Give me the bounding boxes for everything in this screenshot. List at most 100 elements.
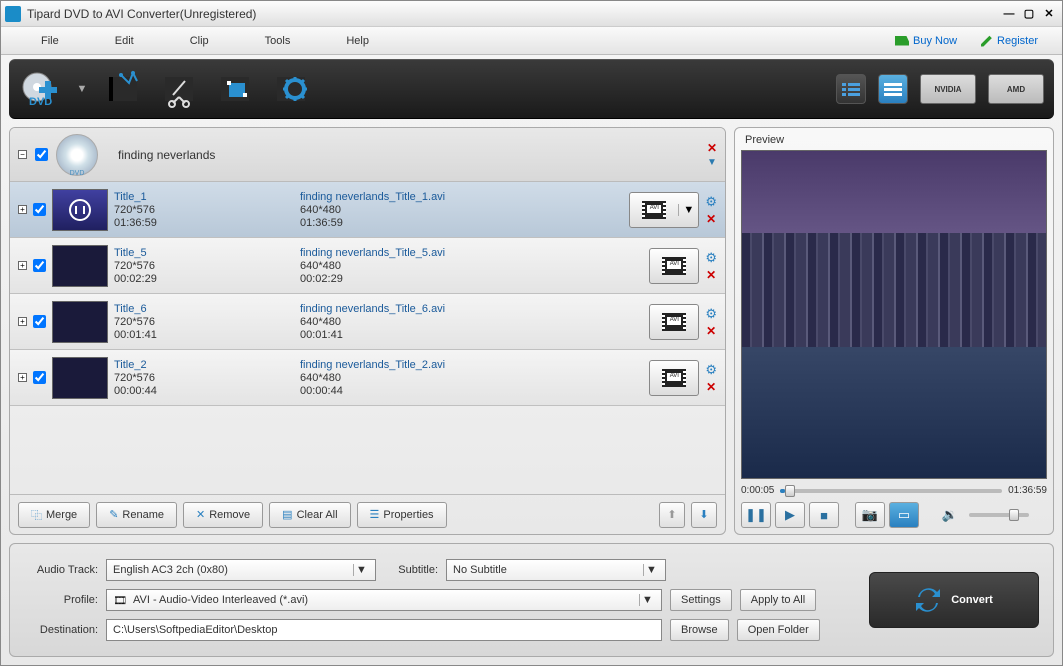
destination-input[interactable]: C:\Users\SoftpediaEditor\Desktop bbox=[106, 619, 662, 641]
remove-button[interactable]: ✕Remove bbox=[183, 502, 263, 528]
row-settings-icon[interactable]: ⚙ bbox=[705, 362, 717, 378]
properties-button[interactable]: ☰Properties bbox=[357, 502, 447, 528]
view-detail-button[interactable] bbox=[878, 74, 908, 104]
film-icon: AVI bbox=[662, 313, 686, 331]
menu-edit[interactable]: Edit bbox=[87, 31, 162, 51]
title-source-info: Title_5720*57600:02:29 bbox=[114, 247, 294, 285]
disc-icon bbox=[56, 134, 98, 176]
collapse-icon[interactable]: − bbox=[18, 150, 27, 159]
row-settings-icon[interactable]: ⚙ bbox=[705, 194, 717, 210]
disc-menu-icon[interactable]: ▼ bbox=[707, 157, 717, 168]
seek-slider[interactable] bbox=[780, 489, 1002, 493]
close-button[interactable]: ✕ bbox=[1040, 6, 1058, 22]
output-format-button[interactable]: AVI bbox=[649, 304, 699, 340]
expand-icon[interactable]: + bbox=[18, 373, 27, 382]
menu-clip[interactable]: Clip bbox=[162, 31, 237, 51]
play-button[interactable]: ▶ bbox=[775, 502, 805, 528]
title-thumbnail[interactable] bbox=[52, 357, 108, 399]
subtitle-dropdown[interactable]: No Subtitle▼ bbox=[446, 559, 666, 581]
output-format-button[interactable]: AVI bbox=[649, 360, 699, 396]
title-checkbox[interactable] bbox=[33, 315, 46, 328]
title-checkbox[interactable] bbox=[33, 203, 46, 216]
app-icon bbox=[5, 6, 21, 22]
subtitle-label: Subtitle: bbox=[384, 564, 438, 576]
trim-button[interactable] bbox=[157, 67, 201, 111]
menu-file[interactable]: File bbox=[13, 31, 87, 51]
expand-icon[interactable]: + bbox=[18, 317, 27, 326]
title-source-info: Title_6720*57600:01:41 bbox=[114, 303, 294, 341]
maximize-button[interactable]: ▢ bbox=[1020, 6, 1038, 22]
expand-icon[interactable]: + bbox=[18, 205, 27, 214]
register-label: Register bbox=[997, 35, 1038, 47]
title-thumbnail[interactable] bbox=[52, 301, 108, 343]
effect-button[interactable] bbox=[101, 67, 145, 111]
open-folder-button[interactable]: Open Folder bbox=[737, 619, 820, 641]
menu-tools[interactable]: Tools bbox=[237, 31, 319, 51]
rename-button[interactable]: ✎Rename bbox=[96, 502, 177, 528]
title-output-info: finding neverlands_Title_6.avi640*48000:… bbox=[300, 303, 643, 341]
film-icon: AVI bbox=[662, 257, 686, 275]
title-output-info: finding neverlands_Title_5.avi640*48000:… bbox=[300, 247, 643, 285]
row-remove-icon[interactable]: ✕ bbox=[706, 212, 716, 226]
clear-all-button[interactable]: ▤Clear All bbox=[269, 502, 350, 528]
chevron-down-icon[interactable]: ▼ bbox=[678, 204, 698, 216]
buy-now-link[interactable]: Buy Now bbox=[883, 35, 969, 47]
merge-button[interactable]: ⿻Merge bbox=[18, 502, 90, 528]
move-up-button[interactable]: ⬆ bbox=[659, 502, 685, 528]
title-list[interactable]: − finding neverlands ✕ ▼ +Title_1720*576… bbox=[10, 128, 725, 494]
settings-button[interactable] bbox=[269, 67, 313, 111]
dropdown-arrow-icon: ▼ bbox=[639, 594, 655, 606]
snapshot-button[interactable]: 📷 bbox=[855, 502, 885, 528]
titlebar: Tipard DVD to AVI Converter(Unregistered… bbox=[1, 1, 1062, 27]
nvidia-badge: NVIDIA bbox=[920, 74, 976, 104]
title-checkbox[interactable] bbox=[33, 259, 46, 272]
apply-to-all-button[interactable]: Apply to All bbox=[740, 589, 816, 611]
app-window: Tipard DVD to AVI Converter(Unregistered… bbox=[0, 0, 1063, 666]
seek-thumb[interactable] bbox=[785, 485, 795, 497]
volume-thumb[interactable] bbox=[1009, 509, 1019, 521]
convert-icon bbox=[915, 587, 941, 613]
register-link[interactable]: Register bbox=[969, 35, 1050, 47]
title-output-info: finding neverlands_Title_2.avi640*48000:… bbox=[300, 359, 643, 397]
volume-icon[interactable]: 🔉 bbox=[935, 502, 965, 528]
row-settings-icon[interactable]: ⚙ bbox=[705, 306, 717, 322]
row-remove-icon[interactable]: ✕ bbox=[706, 324, 716, 338]
title-output-info: finding neverlands_Title_1.avi640*48001:… bbox=[300, 191, 623, 229]
title-row[interactable]: + Title_5720*57600:02:29finding neverland… bbox=[10, 238, 725, 294]
minimize-button[interactable]: — bbox=[1000, 6, 1018, 22]
title-thumbnail[interactable] bbox=[52, 189, 108, 231]
disc-checkbox[interactable] bbox=[35, 148, 48, 161]
load-dvd-button[interactable]: DVD bbox=[19, 67, 63, 111]
load-dvd-dropdown[interactable]: ▼ bbox=[75, 67, 89, 111]
browse-button[interactable]: Browse bbox=[670, 619, 729, 641]
title-row[interactable]: + Title_6720*57600:01:41finding neverland… bbox=[10, 294, 725, 350]
fullscreen-button[interactable]: ▭ bbox=[889, 502, 919, 528]
row-remove-icon[interactable]: ✕ bbox=[706, 380, 716, 394]
main-area: − finding neverlands ✕ ▼ +Title_1720*576… bbox=[1, 123, 1062, 539]
title-checkbox[interactable] bbox=[33, 371, 46, 384]
profile-settings-button[interactable]: Settings bbox=[670, 589, 732, 611]
preview-video[interactable] bbox=[741, 150, 1047, 479]
window-title: Tipard DVD to AVI Converter(Unregistered… bbox=[27, 7, 1000, 21]
row-remove-icon[interactable]: ✕ bbox=[706, 268, 716, 282]
pause-button[interactable]: ❚❚ bbox=[741, 502, 771, 528]
preview-frame bbox=[742, 151, 1046, 478]
audio-track-dropdown[interactable]: English AC3 2ch (0x80)▼ bbox=[106, 559, 376, 581]
stop-button[interactable]: ■ bbox=[809, 502, 839, 528]
volume-slider[interactable] bbox=[969, 513, 1029, 517]
convert-button[interactable]: Convert bbox=[869, 572, 1039, 628]
expand-icon[interactable]: + bbox=[18, 261, 27, 270]
output-format-dropdown[interactable]: AVI▼ bbox=[629, 192, 699, 228]
view-list-button[interactable] bbox=[836, 74, 866, 104]
move-down-button[interactable]: ⬇ bbox=[691, 502, 717, 528]
crop-button[interactable] bbox=[213, 67, 257, 111]
remove-disc-icon[interactable]: ✕ bbox=[707, 141, 717, 155]
title-row[interactable]: + Title_1720*57601:36:59finding neverland… bbox=[10, 182, 725, 238]
title-source-info: Title_1720*57601:36:59 bbox=[114, 191, 294, 229]
profile-dropdown[interactable]: 🎞AVI - Audio-Video Interleaved (*.avi)▼ bbox=[106, 589, 662, 611]
title-row[interactable]: +Title_2720*57600:00:44finding neverland… bbox=[10, 350, 725, 406]
title-thumbnail[interactable] bbox=[52, 245, 108, 287]
row-settings-icon[interactable]: ⚙ bbox=[705, 250, 717, 266]
menu-help[interactable]: Help bbox=[318, 31, 397, 51]
output-format-button[interactable]: AVI bbox=[649, 248, 699, 284]
